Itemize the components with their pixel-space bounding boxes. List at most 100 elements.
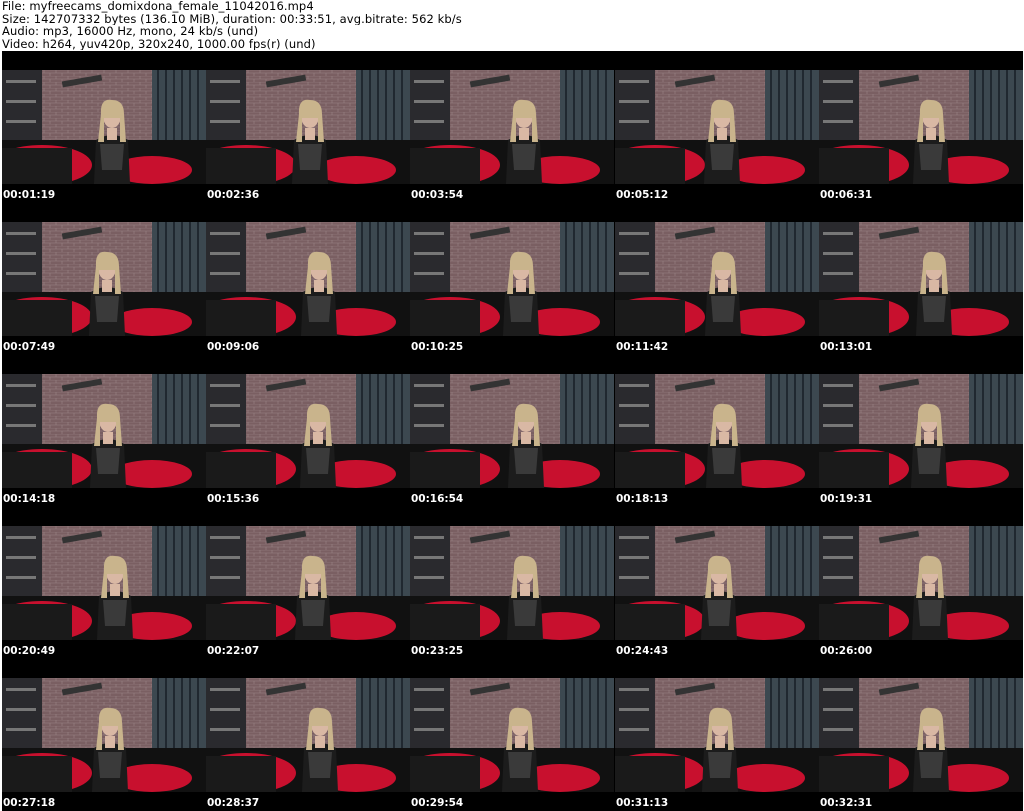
video-frame-image [615, 70, 819, 184]
thumbnail-cell: 00:05:12 [615, 51, 819, 203]
thumbnail-cell: 00:29:54 [410, 659, 614, 811]
thumbnail-timecode: 00:03:54 [411, 189, 464, 201]
thumbnail-frame [819, 222, 1023, 336]
thumbnail-frame [2, 374, 206, 488]
video-frame-image [819, 678, 1023, 792]
thumbnail-cell: 00:26:00 [819, 507, 1023, 659]
video-frame-image [206, 678, 410, 792]
thumbnail-timecode: 00:29:54 [411, 797, 464, 809]
thumbnail-timecode: 00:31:13 [616, 797, 669, 809]
thumbnail-frame [2, 678, 206, 792]
thumbnail-frame [206, 526, 410, 640]
thumbnail-frame [410, 222, 614, 336]
thumbnail-timecode: 00:13:01 [820, 341, 873, 353]
thumbnail-frame [206, 222, 410, 336]
thumbnail-timecode: 00:15:36 [207, 493, 260, 505]
thumbnail-cell: 00:23:25 [410, 507, 614, 659]
thumbnail-timecode: 00:20:49 [3, 645, 56, 657]
thumbnail-cell: 00:20:49 [2, 507, 206, 659]
video-frame-image [206, 70, 410, 184]
thumbnail-timecode: 00:14:18 [3, 493, 56, 505]
thumbnail-timecode: 00:18:13 [616, 493, 669, 505]
thumbnail-frame [410, 374, 614, 488]
video-frame-image [2, 70, 206, 184]
thumbnail-frame [2, 526, 206, 640]
thumbnail-timecode: 00:16:54 [411, 493, 464, 505]
thumbnail-cell: 00:15:36 [206, 355, 410, 507]
thumbnail-timecode: 00:19:31 [820, 493, 873, 505]
thumbnail-timecode: 00:02:36 [207, 189, 260, 201]
thumbnail-cell: 00:03:54 [410, 51, 614, 203]
thumbnail-timecode: 00:26:00 [820, 645, 873, 657]
thumbnail-cell: 00:07:49 [2, 203, 206, 355]
thumbnail-timecode: 00:05:12 [616, 189, 669, 201]
video-frame-image [410, 526, 614, 640]
video-frame-image [2, 526, 206, 640]
thumbnail-timecode: 00:07:49 [3, 341, 56, 353]
thumbnail-timecode: 00:06:31 [820, 189, 873, 201]
video-frame-image [819, 70, 1023, 184]
video-frame-image [410, 678, 614, 792]
video-frame-image [2, 374, 206, 488]
thumbnail-frame [615, 374, 819, 488]
thumbnail-frame [615, 526, 819, 640]
thumbnail-frame [410, 678, 614, 792]
thumbnail-frame [615, 222, 819, 336]
thumbnail-frame [2, 70, 206, 184]
thumbnail-cell: 00:11:42 [615, 203, 819, 355]
video-info-line: Video: h264, yuv420p, 320x240, 1000.00 f… [2, 37, 316, 50]
video-frame-image [819, 374, 1023, 488]
thumbnail-frame [615, 678, 819, 792]
thumbnail-frame [615, 70, 819, 184]
video-info-header: File: myfreecams_domixdona_female_110420… [2, 0, 1022, 50]
video-frame-image [615, 374, 819, 488]
thumbnail-cell: 00:09:06 [206, 203, 410, 355]
thumbnail-cell: 00:22:07 [206, 507, 410, 659]
thumbnail-timecode: 00:09:06 [207, 341, 260, 353]
audio-info-line: Audio: mp3, 16000 Hz, mono, 24 kb/s (und… [2, 25, 259, 38]
thumbnail-frame [206, 70, 410, 184]
thumbnail-timecode: 00:01:19 [3, 189, 56, 201]
thumbnail-cell: 00:01:19 [2, 51, 206, 203]
video-frame-image [615, 526, 819, 640]
thumbnail-cell: 00:18:13 [615, 355, 819, 507]
thumbnail-grid: 00:01:19 00:02:36 00:03:54 00:05:12 00:0… [2, 51, 1023, 811]
video-frame-image [615, 222, 819, 336]
video-frame-image [410, 374, 614, 488]
video-frame-image [2, 678, 206, 792]
thumbnail-cell: 00:14:18 [2, 355, 206, 507]
thumbnail-timecode: 00:32:31 [820, 797, 873, 809]
thumbnail-cell: 00:28:37 [206, 659, 410, 811]
video-frame-image [410, 70, 614, 184]
file-name-line: File: myfreecams_domixdona_female_110420… [2, 0, 314, 13]
thumbnail-frame [206, 678, 410, 792]
thumbnail-cell: 00:02:36 [206, 51, 410, 203]
thumbnail-timecode: 00:23:25 [411, 645, 464, 657]
thumbnail-frame [819, 374, 1023, 488]
thumbnail-cell: 00:31:13 [615, 659, 819, 811]
video-frame-image [206, 222, 410, 336]
size-duration-line: Size: 142707332 bytes (136.10 MiB), dura… [2, 12, 462, 25]
thumbnail-sheet: 00:01:19 00:02:36 00:03:54 00:05:12 00:0… [2, 51, 1023, 811]
thumbnail-frame [819, 526, 1023, 640]
video-frame-image [615, 678, 819, 792]
thumbnail-timecode: 00:27:18 [3, 797, 56, 809]
thumbnail-frame [410, 526, 614, 640]
video-frame-image [819, 222, 1023, 336]
thumbnail-frame [206, 374, 410, 488]
thumbnail-timecode: 00:28:37 [207, 797, 260, 809]
thumbnail-cell: 00:16:54 [410, 355, 614, 507]
thumbnail-cell: 00:06:31 [819, 51, 1023, 203]
thumbnail-timecode: 00:22:07 [207, 645, 260, 657]
thumbnail-cell: 00:32:31 [819, 659, 1023, 811]
video-frame-image [819, 526, 1023, 640]
thumbnail-cell: 00:10:25 [410, 203, 614, 355]
video-frame-image [410, 222, 614, 336]
thumbnail-cell: 00:27:18 [2, 659, 206, 811]
thumbnail-timecode: 00:24:43 [616, 645, 669, 657]
video-frame-image [206, 374, 410, 488]
thumbnail-frame [819, 70, 1023, 184]
video-frame-image [2, 222, 206, 336]
thumbnail-cell: 00:24:43 [615, 507, 819, 659]
thumbnail-timecode: 00:10:25 [411, 341, 464, 353]
